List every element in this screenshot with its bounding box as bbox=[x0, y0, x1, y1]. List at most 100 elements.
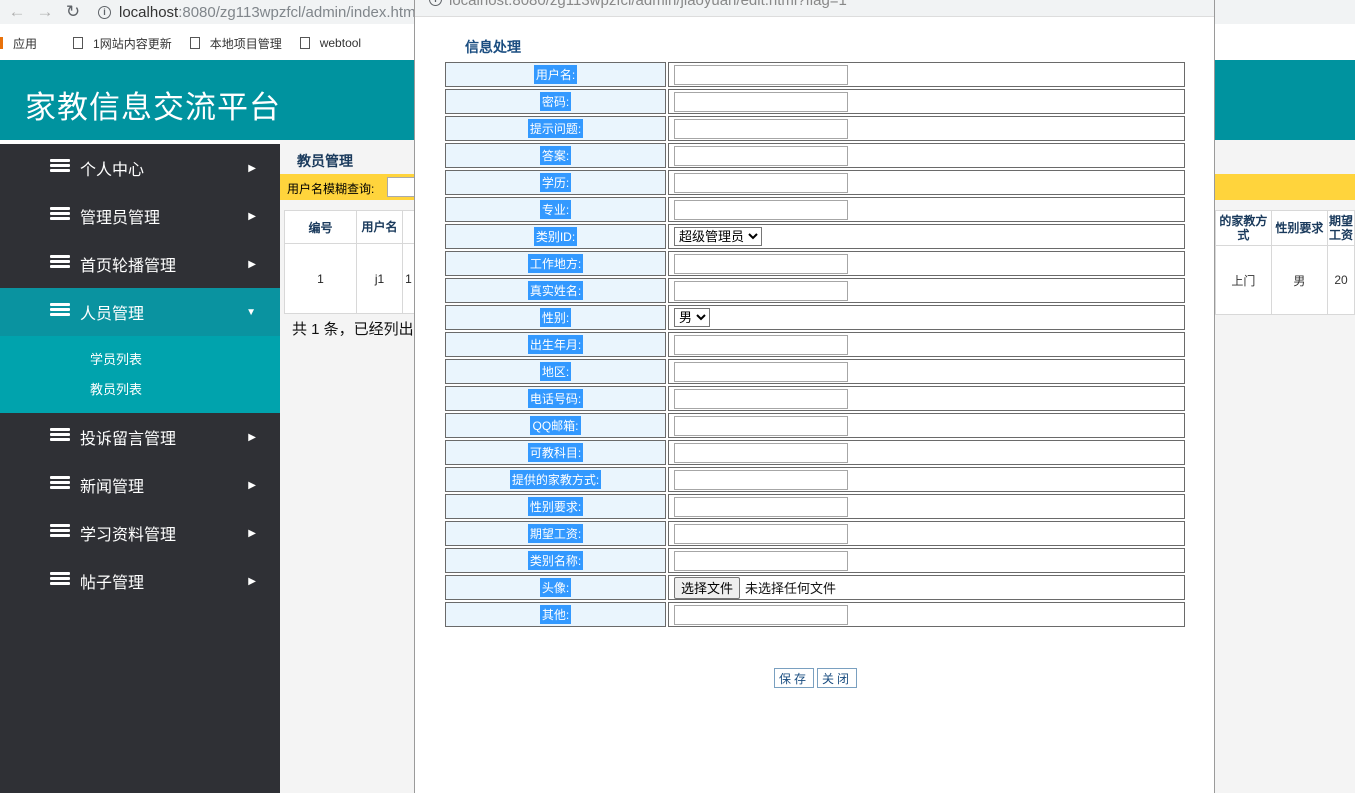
gender-requirement-input[interactable] bbox=[674, 496, 848, 517]
modal-url-bar: i localhost:8080/zg113wpzfcl/admin/jiaoy… bbox=[415, 0, 1214, 17]
field-label: 专业: bbox=[445, 197, 666, 222]
close-button[interactable]: 关闭 bbox=[817, 668, 858, 688]
form-row-answer: 答案: bbox=[445, 143, 1185, 170]
category-name-input[interactable] bbox=[674, 550, 848, 571]
question-input[interactable] bbox=[674, 118, 848, 139]
field-label: 可教科目: bbox=[445, 440, 666, 465]
sidebar-item-personal-center[interactable]: 个人中心 ▶ bbox=[0, 144, 280, 192]
field-label: 提供的家教方式: bbox=[445, 467, 666, 492]
stack-icon bbox=[50, 428, 70, 444]
caret-right-icon: ▶ bbox=[248, 575, 256, 587]
category-id-select[interactable]: 超级管理员 bbox=[674, 227, 762, 246]
form-row-gender-requirement: 性别要求: bbox=[445, 494, 1185, 521]
real-name-input[interactable] bbox=[674, 280, 848, 301]
sidebar-item-personnel[interactable]: 人员管理 ▼ bbox=[0, 288, 280, 336]
sidebar-item-admin[interactable]: 管理员管理 ▶ bbox=[0, 192, 280, 240]
field-label: 头像: bbox=[445, 575, 666, 600]
form-row-avatar: 头像: 选择文件 未选择任何文件 bbox=[445, 575, 1185, 602]
sidebar-subitem-tutors[interactable]: 教员列表 bbox=[0, 375, 280, 405]
tutoring-method-input[interactable] bbox=[674, 469, 848, 490]
field-label: QQ邮箱: bbox=[445, 413, 666, 438]
education-input[interactable] bbox=[674, 172, 848, 193]
caret-right-icon: ▶ bbox=[248, 210, 256, 222]
url-field[interactable]: i localhost:8080/zg113wpzfcl/admin/index… bbox=[98, 0, 416, 24]
form-row-phone: 电话号码: bbox=[445, 386, 1185, 413]
bookmark-item[interactable]: webtool bbox=[299, 36, 361, 50]
field-label: 电话号码: bbox=[445, 386, 666, 411]
other-input[interactable] bbox=[674, 604, 848, 625]
caret-right-icon: ▶ bbox=[248, 527, 256, 539]
app-title: 家教信息交流平台 bbox=[25, 90, 281, 125]
major-input[interactable] bbox=[674, 199, 848, 220]
sidebar-item-news[interactable]: 新闻管理 ▶ bbox=[0, 461, 280, 509]
page-title: 教员管理 bbox=[297, 153, 353, 169]
field-label: 提示问题: bbox=[445, 116, 666, 141]
region-input[interactable] bbox=[674, 361, 848, 382]
sidebar-item-complaints[interactable]: 投诉留言管理 ▶ bbox=[0, 413, 280, 461]
reload-icon[interactable]: ↻ bbox=[62, 2, 84, 22]
field-label: 答案: bbox=[445, 143, 666, 168]
table-row[interactable]: 1 j1 1 bbox=[284, 243, 415, 314]
form-row-gender: 性别: 男 bbox=[445, 305, 1185, 332]
gender-select[interactable]: 男 bbox=[674, 308, 710, 327]
field-label: 地区: bbox=[445, 359, 666, 384]
stack-icon bbox=[50, 303, 70, 319]
field-label: 类别名称: bbox=[445, 548, 666, 573]
search-label: 用户名模糊查询: bbox=[287, 182, 375, 196]
info-icon[interactable]: i bbox=[98, 5, 111, 19]
form-row-tutoring-method: 提供的家教方式: bbox=[445, 467, 1185, 494]
expected-salary-input[interactable] bbox=[674, 523, 848, 544]
field-label: 工作地方: bbox=[445, 251, 666, 276]
form-row-workplace: 工作地方: bbox=[445, 251, 1185, 278]
table-header: 性别要求 bbox=[1270, 210, 1329, 246]
sidebar-item-study-materials[interactable]: 学习资料管理 ▶ bbox=[0, 509, 280, 557]
birth-input[interactable] bbox=[674, 334, 848, 355]
tutor-table-right-part: 的家教方式 性别要求 期望工资 上门 男 20 bbox=[1215, 210, 1355, 315]
bookmark-item[interactable]: 1网站内容更新 bbox=[73, 35, 172, 52]
table-row[interactable]: 上门 男 20 bbox=[1215, 245, 1355, 315]
password-input[interactable] bbox=[674, 91, 848, 112]
stack-icon bbox=[50, 159, 70, 175]
answer-input[interactable] bbox=[674, 145, 848, 166]
subjects-input[interactable] bbox=[674, 442, 848, 463]
apps-icon bbox=[0, 37, 3, 49]
table-header-row: 编号 用户名 bbox=[284, 210, 415, 244]
form-row-question: 提示问题: bbox=[445, 116, 1185, 143]
sidebar-subitem-students[interactable]: 学员列表 bbox=[0, 345, 280, 375]
qq-email-input[interactable] bbox=[674, 415, 848, 436]
table-header: 的家教方式 bbox=[1215, 210, 1272, 246]
field-label: 学历: bbox=[445, 170, 666, 195]
form-row-subjects: 可教科目: bbox=[445, 440, 1185, 467]
username-input[interactable] bbox=[674, 64, 848, 85]
save-button[interactable]: 保存 bbox=[774, 668, 815, 688]
form-row-password: 密码: bbox=[445, 89, 1185, 116]
caret-right-icon: ▶ bbox=[248, 431, 256, 443]
field-label: 期望工资: bbox=[445, 521, 666, 546]
field-label: 密码: bbox=[445, 89, 666, 114]
url-host: localhost bbox=[119, 3, 179, 21]
edit-modal: i localhost:8080/zg113wpzfcl/admin/jiaoy… bbox=[414, 0, 1215, 793]
stack-icon bbox=[50, 255, 70, 271]
workplace-input[interactable] bbox=[674, 253, 848, 274]
back-arrow-icon[interactable]: ← bbox=[6, 2, 28, 22]
choose-file-button[interactable]: 选择文件 bbox=[674, 576, 741, 599]
bookmark-apps[interactable]: 应用 bbox=[0, 35, 37, 52]
caret-right-icon: ▶ bbox=[248, 258, 256, 270]
info-icon: i bbox=[429, 0, 442, 6]
sidebar-item-carousel[interactable]: 首页轮播管理 ▶ bbox=[0, 240, 280, 288]
form-row-real-name: 真实姓名: bbox=[445, 278, 1185, 305]
caret-right-icon: ▶ bbox=[248, 162, 256, 174]
table-header: 期望工资 bbox=[1327, 210, 1355, 246]
table-cell: 1 bbox=[284, 243, 357, 314]
bookmark-item[interactable]: 本地项目管理 bbox=[189, 35, 282, 52]
form-row-category-name: 类别名称: bbox=[445, 548, 1185, 575]
sidebar-item-posts[interactable]: 帖子管理 ▶ bbox=[0, 557, 280, 605]
table-header: 编号 bbox=[284, 210, 357, 244]
forward-arrow-icon[interactable]: → bbox=[34, 2, 56, 22]
field-label: 出生年月: bbox=[445, 332, 666, 357]
table-cell: 1 bbox=[402, 243, 415, 314]
search-input[interactable] bbox=[387, 177, 417, 197]
form-row-expected-salary: 期望工资: bbox=[445, 521, 1185, 548]
field-label: 性别要求: bbox=[445, 494, 666, 519]
phone-input[interactable] bbox=[674, 388, 848, 409]
